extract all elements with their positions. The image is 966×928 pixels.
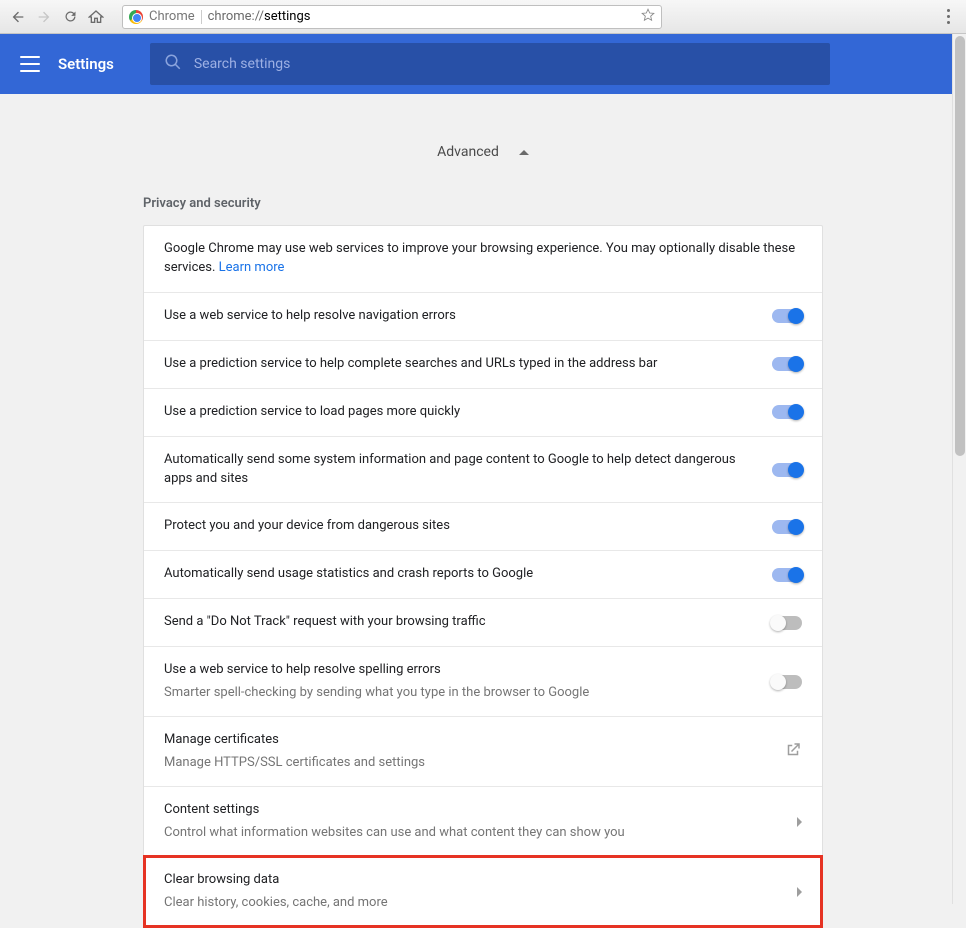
intro-row: Google Chrome may use web services to im…	[144, 226, 822, 292]
row-title: Automatically send some system informati…	[164, 451, 760, 489]
bookmark-star-icon[interactable]	[641, 8, 655, 26]
url-separator	[201, 10, 202, 24]
settings-search[interactable]: Search settings	[150, 43, 830, 85]
privacy-card: Google Chrome may use web services to im…	[143, 225, 823, 928]
main-content: Advanced Privacy and security Google Chr…	[0, 94, 966, 928]
row-title: Content settings	[164, 801, 785, 820]
row-title: Manage certificates	[164, 731, 772, 750]
chrome-icon	[129, 10, 143, 24]
search-icon	[164, 53, 182, 75]
row-title: Automatically send usage statistics and …	[164, 565, 760, 584]
forward-button[interactable]	[34, 7, 54, 27]
row-content-settings[interactable]: Content settings Control what informatio…	[144, 786, 822, 856]
row-subtitle: Control what information websites can us…	[164, 824, 785, 842]
overflow-menu-icon[interactable]	[947, 9, 950, 24]
address-bar[interactable]: Chrome chrome://settings	[122, 5, 662, 29]
row-clear-browsing-data[interactable]: Clear browsing data Clear history, cooki…	[144, 856, 822, 926]
toggle-spellcheck[interactable]	[772, 675, 802, 689]
row-title: Use a web service to help resolve naviga…	[164, 307, 760, 326]
toolbar-tray	[947, 9, 958, 24]
url-scheme-label: Chrome	[149, 9, 195, 24]
row-do-not-track: Send a "Do Not Track" request with your …	[144, 598, 822, 646]
scrollbar[interactable]	[952, 34, 966, 904]
row-title: Send a "Do Not Track" request with your …	[164, 613, 760, 632]
row-usage-stats: Automatically send usage statistics and …	[144, 550, 822, 598]
row-nav-errors: Use a web service to help resolve naviga…	[144, 292, 822, 340]
section-heading: Privacy and security	[143, 196, 823, 211]
chevron-right-icon	[797, 887, 802, 897]
url-text: chrome://settings	[208, 9, 311, 24]
hamburger-menu-icon[interactable]	[20, 56, 40, 72]
reload-button[interactable]	[60, 7, 80, 27]
advanced-label: Advanced	[437, 144, 499, 160]
learn-more-link[interactable]: Learn more	[219, 260, 285, 275]
toggle-usage-stats[interactable]	[772, 568, 802, 582]
toggle-safe-browsing[interactable]	[772, 520, 802, 534]
toggle-prediction-pages[interactable]	[772, 405, 802, 419]
row-safe-browsing: Protect you and your device from dangero…	[144, 502, 822, 550]
home-button[interactable]	[86, 7, 106, 27]
page-title: Settings	[58, 55, 114, 73]
row-subtitle: Manage HTTPS/SSL certificates and settin…	[164, 754, 772, 772]
toggle-do-not-track[interactable]	[772, 616, 802, 630]
row-title: Use a web service to help resolve spelli…	[164, 661, 760, 680]
row-subtitle: Smarter spell-checking by sending what y…	[164, 684, 760, 702]
row-auto-detect: Automatically send some system informati…	[144, 436, 822, 503]
browser-toolbar: Chrome chrome://settings	[0, 0, 966, 34]
intro-text: Google Chrome may use web services to im…	[164, 240, 802, 278]
toggle-prediction-search[interactable]	[772, 357, 802, 371]
search-placeholder: Search settings	[194, 56, 291, 72]
settings-header: Settings Search settings	[0, 34, 966, 94]
advanced-toggle[interactable]: Advanced	[437, 144, 529, 160]
row-title: Protect you and your device from dangero…	[164, 517, 760, 536]
row-prediction-search: Use a prediction service to help complet…	[144, 340, 822, 388]
chevron-up-icon	[519, 150, 529, 155]
back-button[interactable]	[8, 7, 28, 27]
external-link-icon	[784, 741, 802, 763]
row-prediction-pages: Use a prediction service to load pages m…	[144, 388, 822, 436]
row-subtitle: Clear history, cookies, cache, and more	[164, 894, 785, 912]
row-spellcheck: Use a web service to help resolve spelli…	[144, 646, 822, 716]
scrollbar-thumb[interactable]	[955, 36, 965, 456]
chevron-right-icon	[797, 817, 802, 827]
row-title: Clear browsing data	[164, 871, 785, 890]
toggle-auto-detect[interactable]	[772, 463, 802, 477]
row-manage-certificates[interactable]: Manage certificates Manage HTTPS/SSL cer…	[144, 716, 822, 786]
row-title: Use a prediction service to load pages m…	[164, 403, 760, 422]
toggle-nav-errors[interactable]	[772, 309, 802, 323]
row-title: Use a prediction service to help complet…	[164, 355, 760, 374]
